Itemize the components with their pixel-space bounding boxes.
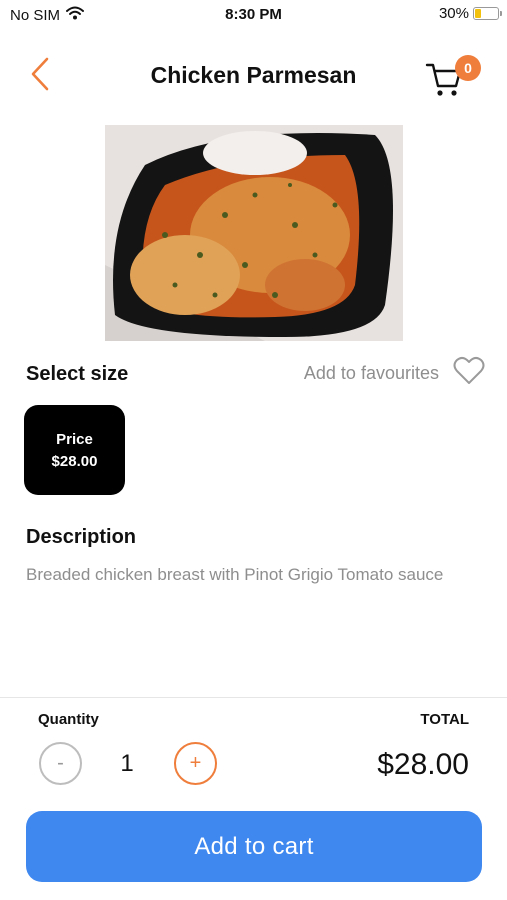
battery-percent: 30% — [438, 5, 469, 22]
quantity-label: Quantity — [38, 711, 99, 728]
total-price: $28.00 — [377, 748, 469, 781]
minus-icon: - — [57, 752, 64, 774]
select-size-heading: Select size — [26, 363, 129, 385]
status-bar: No SIM 8:30 PM 30% — [0, 0, 507, 30]
add-to-favourites-label: Add to favourites — [303, 363, 439, 383]
quantity-value: 1 — [120, 750, 134, 777]
size-option-label: Price — [56, 430, 93, 448]
product-image — [105, 125, 403, 341]
decrease-quantity-button[interactable]: - — [39, 742, 82, 785]
add-to-cart-button[interactable]: Add to cart — [26, 811, 482, 882]
nav-bar: Chicken Parmesan 0 — [0, 44, 507, 108]
cart-count-badge: 0 — [455, 55, 481, 81]
add-to-favourites-button[interactable]: Add to favourites — [304, 356, 485, 391]
battery-level — [475, 9, 482, 18]
plus-icon: + — [189, 752, 202, 774]
total-label: TOTAL — [420, 711, 469, 728]
description-text: Breaded chicken breast with Pinot Grigio… — [26, 565, 444, 584]
size-option-card[interactable]: Price $28.00 — [24, 405, 125, 495]
bottom-divider — [0, 697, 507, 698]
heart-outline-icon — [453, 356, 485, 391]
description-heading: Description — [26, 526, 137, 548]
battery-icon — [473, 7, 502, 20]
increase-quantity-button[interactable]: + — [174, 742, 217, 785]
size-header-row: Select size Add to favourites — [0, 356, 507, 392]
cart-button[interactable]: 0 — [425, 52, 481, 100]
battery-status: 30% — [438, 5, 502, 22]
size-option-price: $28.00 — [51, 452, 98, 470]
status-time: 8:30 PM — [225, 6, 282, 23]
